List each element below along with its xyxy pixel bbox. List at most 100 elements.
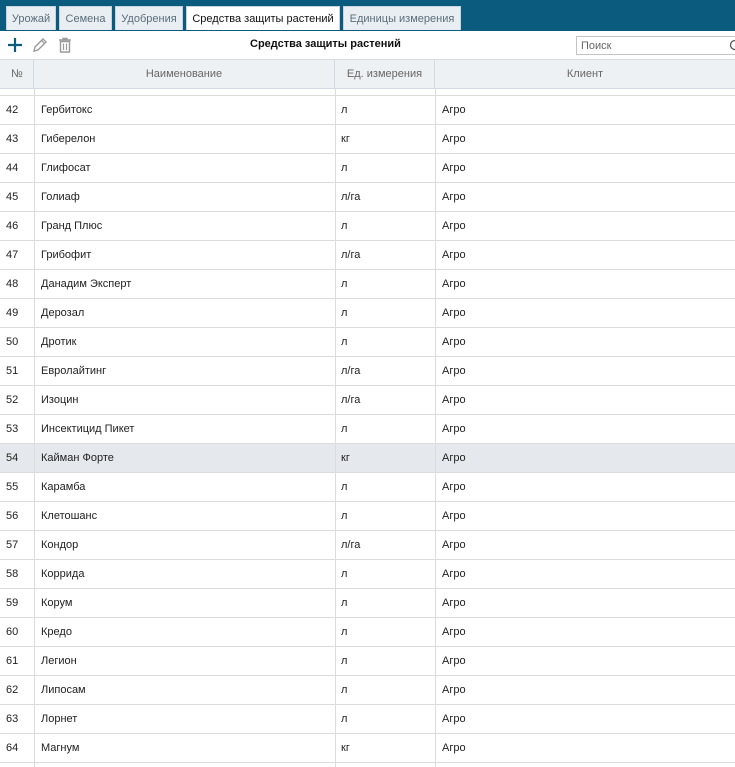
cell-unit: л/га (341, 365, 361, 377)
cell-unit: л/га (341, 249, 361, 261)
cell-client: Агро (442, 655, 466, 667)
cell-client: Агро (442, 191, 466, 203)
table-row[interactable]: 46 Гранд Плюс л Агро (0, 212, 735, 241)
column-header-name[interactable]: Наименование (34, 60, 335, 88)
tab-plant-protection[interactable]: Средства защиты растений (186, 6, 340, 30)
table-row[interactable]: 51 Евролайтинг л/га Агро (0, 357, 735, 386)
search-input[interactable] (581, 38, 721, 53)
cell-name: Глифосат (41, 162, 91, 174)
column-header-unit[interactable]: Ед. измерения (335, 60, 435, 88)
table-row[interactable]: 43 Гиберелон кг Агро (0, 125, 735, 154)
table-row[interactable]: 49 Дерозал л Агро (0, 299, 735, 328)
cell-number: 60 (6, 626, 19, 638)
cell-unit: л (341, 278, 348, 290)
cell-unit: л (341, 162, 348, 174)
cell-client: Агро (442, 742, 466, 754)
table-row[interactable]: 45 Голиаф л/га Агро (0, 183, 735, 212)
table-row[interactable]: 58 Коррида л Агро (0, 560, 735, 589)
column-header-client[interactable]: Клиент (435, 60, 735, 88)
table-row[interactable]: 61 Легион л Агро (0, 647, 735, 676)
cell-client: Агро (442, 452, 466, 464)
cell-client: Агро (442, 481, 466, 493)
cell-number: 44 (6, 162, 19, 174)
cell-number: 50 (6, 336, 19, 348)
cell-client: Агро (442, 307, 466, 319)
cell-name: Голиаф (41, 191, 80, 203)
cell-client: Агро (442, 626, 466, 638)
table-row[interactable]: 53 Инсектицид Пикет л Агро (0, 415, 735, 444)
cell-name: Магнум (41, 742, 80, 754)
cell-name: Грибофит (41, 249, 92, 261)
table-row[interactable]: 57 Кондор л/га Агро (0, 531, 735, 560)
table-header: № Наименование Ед. измерения Клиент (0, 59, 735, 89)
cell-unit: л (341, 510, 348, 522)
cell-unit: л (341, 568, 348, 580)
cell-name: Кайман Форте (41, 452, 114, 464)
cell-client: Агро (442, 104, 466, 116)
tab-units[interactable]: Единицы измерения (343, 6, 461, 30)
cell-client: Агро (442, 220, 466, 232)
cell-name: Инсектицид Пикет (41, 423, 135, 435)
toolbar: Средства защиты растений (0, 31, 735, 59)
table-row[interactable]: 50 Дротик л Агро (0, 328, 735, 357)
cell-client: Агро (442, 568, 466, 580)
table-row[interactable]: 52 Изоцин л/га Агро (0, 386, 735, 415)
table-row[interactable]: 60 Кредо л Агро (0, 618, 735, 647)
cell-number: 64 (6, 742, 19, 754)
cell-client: Агро (442, 684, 466, 696)
cell-number: 57 (6, 539, 19, 551)
tab-seeds[interactable]: Семена (59, 6, 112, 30)
search-icon[interactable] (729, 39, 735, 53)
cell-number: 62 (6, 684, 19, 696)
table-row[interactable]: 42 Гербитокс л Агро (0, 96, 735, 125)
tab-harvest[interactable]: Урожай (6, 6, 56, 30)
cell-client: Агро (442, 162, 466, 174)
cell-unit: л (341, 423, 348, 435)
cell-unit: л (341, 220, 348, 232)
cell-client: Агро (442, 597, 466, 609)
cell-name: Гранд Плюс (41, 220, 103, 232)
cell-unit: кг (341, 742, 350, 754)
tab-fertilizers[interactable]: Удобрения (115, 6, 183, 30)
table-row[interactable]: 63 Лорнет л Агро (0, 705, 735, 734)
table-row[interactable]: 48 Данадим Эксперт л Агро (0, 270, 735, 299)
table-row[interactable]: 55 Карамба л Агро (0, 473, 735, 502)
cell-number: 49 (6, 307, 19, 319)
table-row[interactable]: 59 Корум л Агро (0, 589, 735, 618)
cell-client: Агро (442, 133, 466, 145)
cell-name: Гербитокс (41, 104, 93, 116)
cell-unit: л/га (341, 539, 361, 551)
cell-name: Корум (41, 597, 73, 609)
cell-client: Агро (442, 394, 466, 406)
table-row[interactable]: 62 Липосам л Агро (0, 676, 735, 705)
column-divider (335, 89, 336, 767)
column-header-number[interactable]: № (0, 60, 34, 88)
cell-number: 59 (6, 597, 19, 609)
pencil-icon[interactable] (31, 36, 49, 54)
table-row[interactable]: 64 Магнум кг Агро (0, 734, 735, 763)
table-row[interactable]: 56 Клетошанс л Агро (0, 502, 735, 531)
cell-client: Агро (442, 336, 466, 348)
cell-number: 63 (6, 713, 19, 725)
cell-number: 51 (6, 365, 19, 377)
cell-name: Гиберелон (41, 133, 96, 145)
cell-unit: л (341, 597, 348, 609)
cell-name: Легион (41, 655, 77, 667)
cell-name: Клетошанс (41, 510, 98, 522)
cell-name: Коррида (41, 568, 85, 580)
table-row[interactable]: 54 Кайман Форте кг Агро (0, 444, 735, 473)
plus-icon[interactable] (6, 36, 24, 54)
cell-client: Агро (442, 423, 466, 435)
cell-number: 52 (6, 394, 19, 406)
page-title: Средства защиты растений (250, 38, 401, 50)
cell-number: 61 (6, 655, 19, 667)
tab-bar: Урожай Семена Удобрения Средства защиты … (0, 0, 735, 31)
cell-number: 58 (6, 568, 19, 580)
row-partial (0, 89, 735, 96)
trash-icon[interactable] (56, 36, 74, 54)
column-divider (34, 89, 35, 767)
table-row[interactable]: 44 Глифосат л Агро (0, 154, 735, 183)
table-row[interactable]: 47 Грибофит л/га Агро (0, 241, 735, 270)
cell-name: Кондор (41, 539, 79, 551)
table-body: 42 Гербитокс л Агро 43 Гиберелон кг Агро 44 Глифо… (0, 96, 735, 763)
